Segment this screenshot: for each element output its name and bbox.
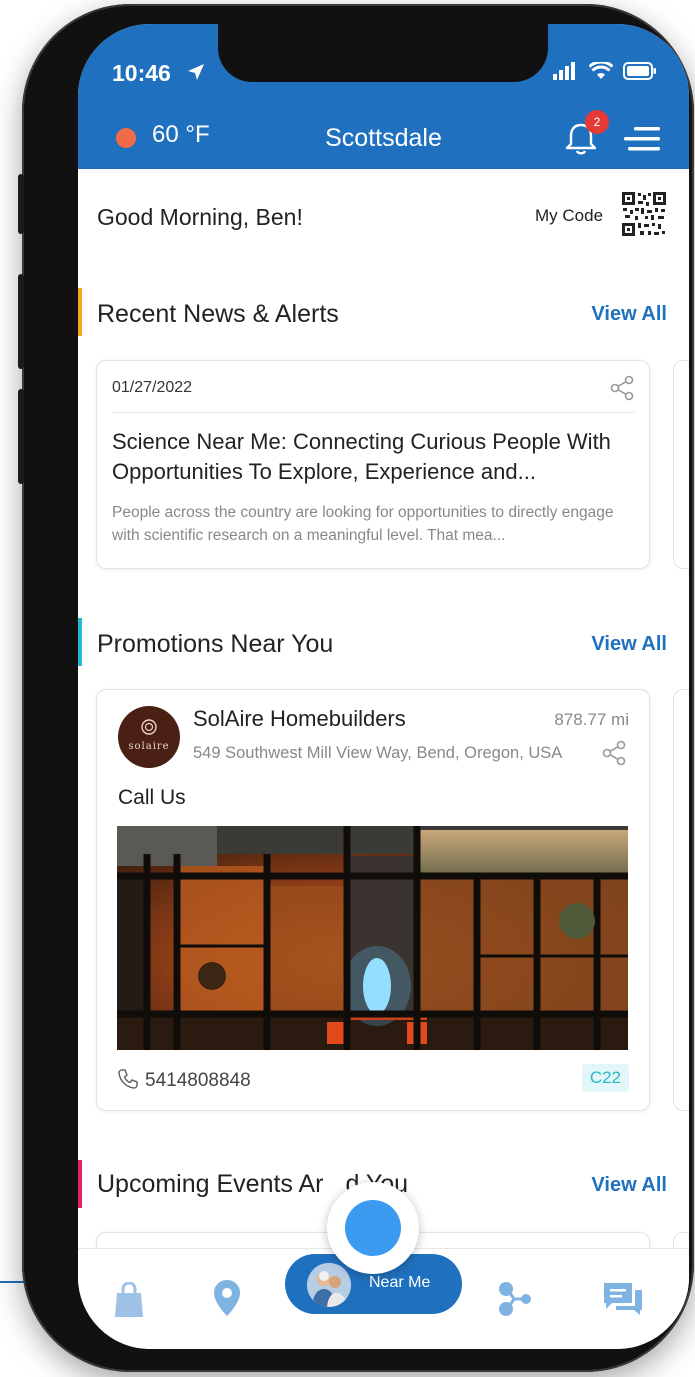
wifi-icon [589, 62, 613, 79]
phone-frame: 10:46 60 °F Scottsdale 2 Good Morning, B… [18, 4, 694, 1372]
fab-dot-icon [345, 1200, 401, 1256]
news-description: People across the country are looking fo… [112, 504, 614, 544]
news-section-accent [78, 288, 82, 336]
news-date: 01/27/2022 [112, 379, 193, 396]
share-icon[interactable] [609, 375, 635, 401]
promotion-image[interactable] [117, 826, 628, 1050]
news-card[interactable]: 01/27/2022 Science Near Me: Connecting C… [96, 360, 650, 569]
greeting-text: Good Morning, Ben! [97, 204, 303, 230]
events-title-start: Upcoming Events Ar [97, 1170, 324, 1198]
app-header: 10:46 60 °F Scottsdale 2 [78, 24, 689, 169]
signal-icon [553, 62, 575, 80]
status-time: 10:46 [112, 60, 171, 86]
news-view-all-link[interactable]: View All [591, 303, 667, 326]
my-code-label[interactable]: My Code [535, 206, 603, 226]
next-promotion-card-peek[interactable] [673, 689, 689, 1111]
notification-badge: 2 [585, 110, 609, 134]
app-screen: 10:46 60 °F Scottsdale 2 Good Morning, B… [78, 24, 689, 1349]
map-pin-icon[interactable] [213, 1279, 241, 1317]
shopping-bag-icon[interactable] [114, 1282, 144, 1318]
phone-icon [118, 1069, 138, 1089]
avatar [307, 1263, 351, 1307]
battery-icon [623, 62, 656, 80]
news-title: Science Near Me: Connecting Curious Peop… [112, 429, 611, 484]
connections-icon[interactable] [496, 1281, 536, 1317]
menu-icon[interactable] [624, 127, 662, 153]
business-logo: solaire [118, 706, 180, 768]
floating-action-button[interactable] [327, 1182, 419, 1274]
business-distance: 878.77 mi [554, 710, 629, 729]
mute-switch [18, 174, 24, 234]
share-icon[interactable] [601, 740, 627, 766]
business-phone[interactable]: 5414808848 [145, 1070, 251, 1092]
promotions-view-all-link[interactable]: View All [591, 633, 667, 656]
events-section-accent [78, 1160, 82, 1208]
notch [218, 24, 548, 82]
qr-code-icon[interactable] [621, 191, 667, 237]
house-interior-photo [117, 826, 628, 1050]
promotions-section-accent [78, 618, 82, 666]
promotion-cta: Call Us [118, 786, 186, 809]
business-address: 549 Southwest Mill View Way, Bend, Orego… [193, 744, 563, 762]
next-news-card-peek[interactable] [673, 360, 689, 569]
logo-mark-icon [141, 719, 157, 735]
news-divider [112, 412, 634, 413]
avatar-photo [307, 1263, 351, 1307]
promotion-tag: C22 [581, 1064, 629, 1092]
volume-down-button [18, 389, 24, 484]
near-me-label: Near Me [369, 1274, 431, 1291]
volume-up-button [18, 274, 24, 369]
news-section-title: Recent News & Alerts [97, 300, 339, 328]
events-view-all-link[interactable]: View All [591, 1174, 667, 1197]
promotions-section-title: Promotions Near You [97, 630, 334, 658]
logo-text: solaire [128, 741, 170, 752]
promotion-card[interactable]: solaire SolAire Homebuilders 878.77 mi 5… [96, 689, 650, 1111]
location-arrow-icon [188, 64, 204, 80]
business-name: SolAire Homebuilders [193, 706, 406, 731]
chat-icon[interactable] [602, 1281, 644, 1317]
status-icons [553, 62, 657, 80]
